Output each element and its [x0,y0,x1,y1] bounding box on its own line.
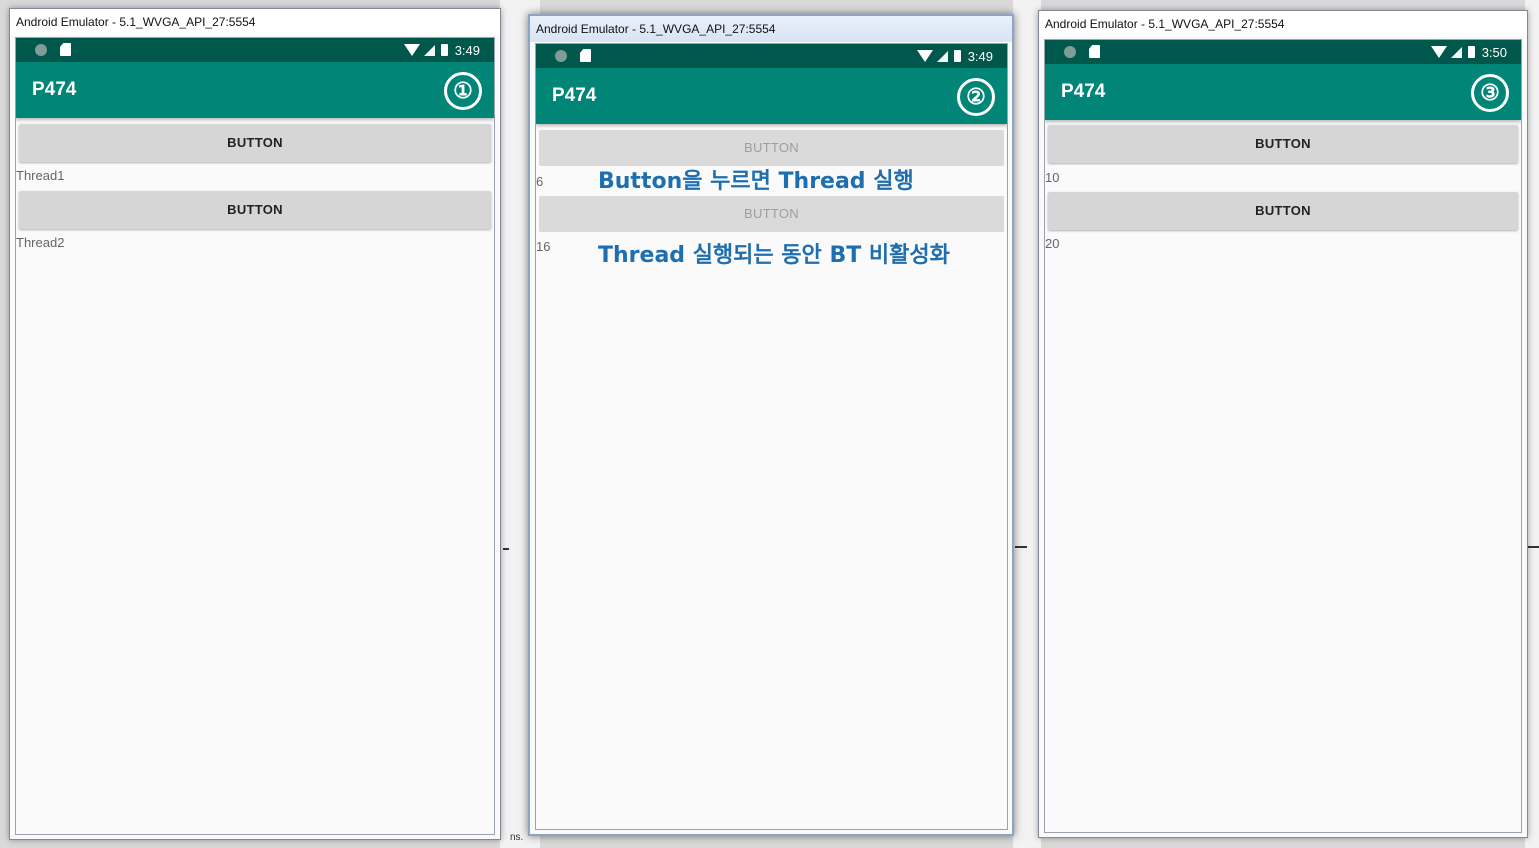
divider [1015,546,1027,548]
app-bar: P474 ① [16,62,494,118]
wifi-icon [403,44,420,56]
status-icons: 3:49 [403,38,480,62]
divider [1528,546,1539,548]
counter-text-1: 10 [1045,170,1060,185]
step-badge: ② [957,78,995,116]
counter-text-2: 16 [536,239,551,254]
notification-dot-icon [555,50,567,62]
status-icons: 3:49 [916,44,993,68]
device-screen[interactable]: 3:49 P474 ① BUTTON Thread1 BUTTON Thread… [15,37,495,835]
notification-dot-icon [1064,46,1076,58]
window-title[interactable]: Android Emulator - 5.1_WVGA_API_27:5554 [530,16,1012,42]
device-screen[interactable]: 3:49 P474 ② BUTTON 6 BUTTON 16 Button을 누… [535,43,1008,830]
app-title: P474 [32,79,77,100]
step-badge: ① [444,72,482,110]
app-title: P474 [552,85,597,106]
button-2[interactable]: BUTTON [19,191,491,229]
button-1[interactable]: BUTTON [1048,125,1518,163]
status-bar: 3:49 [536,44,1007,68]
thread2-text: Thread2 [16,235,65,250]
annotation-disable-button: Thread 실행되는 동안 BT 비활성화 [598,243,950,268]
button-2[interactable]: BUTTON [1048,192,1518,230]
app-title: P474 [1061,81,1106,102]
divider [503,548,509,550]
signal-icon [936,50,948,62]
emulator-window-3[interactable]: Android Emulator - 5.1_WVGA_API_27:5554 … [1038,10,1528,838]
button-1-disabled[interactable]: BUTTON [539,130,1004,166]
counter-text-2: 20 [1045,236,1060,251]
window-title[interactable]: Android Emulator - 5.1_WVGA_API_27:5554 [1039,11,1527,37]
counter-text-1: 6 [536,174,544,189]
sd-card-icon [580,49,591,62]
emulator-window-2[interactable]: Android Emulator - 5.1_WVGA_API_27:5554 … [528,14,1014,836]
sd-card-icon [60,43,71,56]
notification-dot-icon [35,44,47,56]
status-time: 3:49 [967,48,993,64]
app-bar: P474 ② [536,68,1007,124]
battery-icon [440,44,448,56]
status-icons: 3:50 [1430,40,1507,64]
signal-icon [423,44,435,56]
status-time: 3:50 [1481,44,1507,60]
emulator-window-1[interactable]: Android Emulator - 5.1_WVGA_API_27:5554 … [9,8,501,840]
background-strip [1013,0,1041,848]
step-badge: ③ [1471,74,1509,112]
app-bar: P474 ③ [1045,64,1521,120]
sd-card-icon [1089,45,1100,58]
wifi-icon [1430,46,1447,58]
wifi-icon [916,50,933,62]
button-2-disabled[interactable]: BUTTON [539,196,1004,232]
status-bar: 3:50 [1045,40,1521,64]
battery-icon [1467,46,1475,58]
signal-icon [1450,46,1462,58]
button-1[interactable]: BUTTON [19,124,491,162]
status-time: 3:49 [454,42,480,58]
device-screen[interactable]: 3:50 P474 ③ BUTTON 10 BUTTON 20 [1044,39,1522,833]
status-bar: 3:49 [16,38,494,62]
background-text-fragment: ns. [510,832,524,843]
thread1-text: Thread1 [16,168,65,183]
window-title[interactable]: Android Emulator - 5.1_WVGA_API_27:5554 [10,9,500,35]
battery-icon [953,50,961,62]
annotation-run-thread: Button을 누르면 Thread 실행 [598,169,914,194]
